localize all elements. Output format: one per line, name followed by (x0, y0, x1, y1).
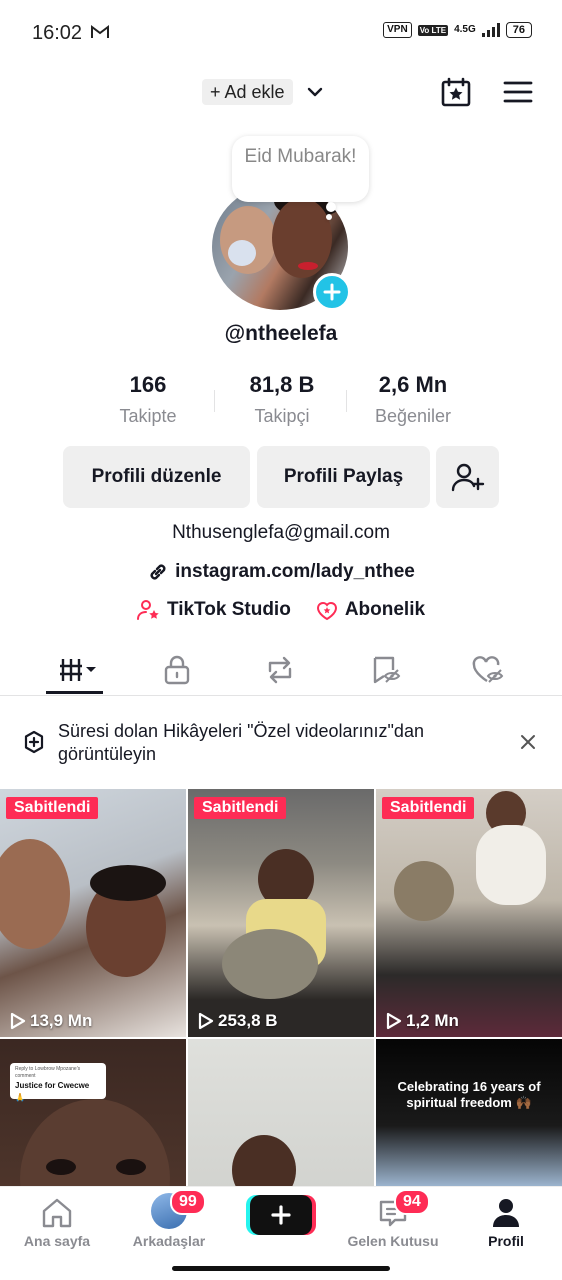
stories-banner[interactable]: Süresi dolan Hikâyeleri "Özel videoların… (0, 708, 562, 780)
status-bar: 16:02 VPN Vo LTE 4.5G 76 (0, 0, 562, 64)
pinned-badge: Sabitlendi (6, 797, 99, 819)
bookmark-hidden-icon (373, 656, 401, 684)
active-tab-indicator (46, 691, 103, 694)
nav-profile[interactable]: Profil (451, 1197, 561, 1249)
reply-card: Reply to Lowbrow Mpozane's comment Justi… (10, 1063, 106, 1102)
battery-icon: 76 (505, 22, 532, 38)
tab-videos[interactable] (48, 646, 110, 694)
create-button[interactable] (250, 1195, 312, 1235)
profile-shortcuts: TikTok Studio Abonelik (0, 599, 562, 621)
nav-inbox[interactable]: 94 Gelen Kutusu (338, 1189, 448, 1249)
chevron-down-icon[interactable] (305, 83, 325, 101)
content-tabs (0, 646, 562, 696)
home-indicator (172, 1266, 390, 1271)
edit-profile-button[interactable]: Profili düzenle (63, 446, 250, 508)
add-name-button[interactable]: + Ad ekle (202, 79, 293, 105)
network-type: 4.5G (454, 24, 476, 35)
username: @ntheelefa (224, 322, 338, 345)
close-icon[interactable] (516, 730, 540, 754)
stat-followers[interactable]: 81,8 B Takipçi (222, 372, 342, 427)
gmail-icon (91, 25, 109, 38)
tiktok-studio-link[interactable]: TikTok Studio (136, 599, 291, 621)
play-icon (10, 1012, 26, 1030)
tab-saved[interactable] (355, 646, 417, 694)
view-count: 1,2 Mn (386, 1011, 459, 1031)
video-caption: Celebrating 16 years of spiritual freedo… (397, 1079, 541, 1110)
volte-indicator: Vo LTE (417, 24, 449, 36)
nav-home[interactable]: Ana sayfa (2, 1197, 112, 1249)
bio-email: Nthusenglefa@gmail.com (172, 522, 390, 543)
video-thumbnail[interactable]: Sabitlendi 1,2 Mn (376, 789, 562, 1037)
video-thumbnail[interactable]: Sabitlendi 253,8 B (188, 789, 374, 1037)
stat-following[interactable]: 166 Takipte (98, 372, 198, 427)
status-time: 16:02 (32, 22, 83, 44)
profile-stats: 166 Takipte 81,8 B Takipçi 2,6 Mn Beğeni… (0, 372, 562, 432)
video-thumbnail[interactable]: Sabitlendi 13,9 Mn (0, 789, 186, 1037)
home-icon (42, 1198, 72, 1228)
grid-icon (60, 659, 96, 681)
play-icon (198, 1012, 214, 1030)
share-profile-button[interactable]: Profili Paylaş (257, 446, 430, 508)
stat-divider (346, 390, 347, 412)
bio-link[interactable]: instagram.com/lady_nthee (0, 561, 562, 583)
nav-friends[interactable]: 99 Arkadaşlar (114, 1189, 224, 1249)
add-user-icon (451, 463, 484, 492)
pinned-badge: Sabitlendi (194, 797, 287, 819)
add-story-button[interactable] (313, 273, 351, 311)
story-add-icon (24, 730, 44, 754)
vpn-indicator: VPN (383, 22, 412, 38)
stat-likes[interactable]: 2,6 Mn Beğeniler (358, 372, 468, 427)
stat-divider (214, 390, 215, 412)
tab-reposts[interactable] (249, 646, 311, 694)
add-friend-button[interactable] (436, 446, 499, 508)
studio-icon (136, 600, 159, 620)
tab-private[interactable] (146, 646, 208, 694)
menu-icon[interactable] (502, 78, 534, 106)
view-count: 13,9 Mn (10, 1011, 92, 1031)
subscription-icon (316, 602, 337, 621)
profile-icon (493, 1199, 519, 1227)
tab-liked[interactable] (457, 646, 519, 694)
play-icon (386, 1012, 402, 1030)
inbox-badge: 94 (394, 1189, 430, 1215)
calendar-star-icon[interactable] (440, 76, 472, 108)
plus-icon (271, 1205, 291, 1225)
heart-hidden-icon (472, 656, 504, 683)
subscription-link[interactable]: Abonelik (315, 599, 425, 621)
signal-icon (481, 23, 500, 37)
friends-badge: 99 (170, 1189, 206, 1215)
pinned-badge: Sabitlendi (382, 797, 475, 819)
plus-icon (323, 283, 341, 301)
repost-icon (268, 656, 292, 684)
link-icon (150, 564, 166, 580)
lock-icon (164, 655, 190, 685)
profile-note[interactable]: Eid Mubarak! (232, 136, 369, 202)
banner-text: Süresi dolan Hikâyeleri "Özel videoların… (58, 721, 424, 764)
view-count: 253,8 B (198, 1011, 278, 1031)
